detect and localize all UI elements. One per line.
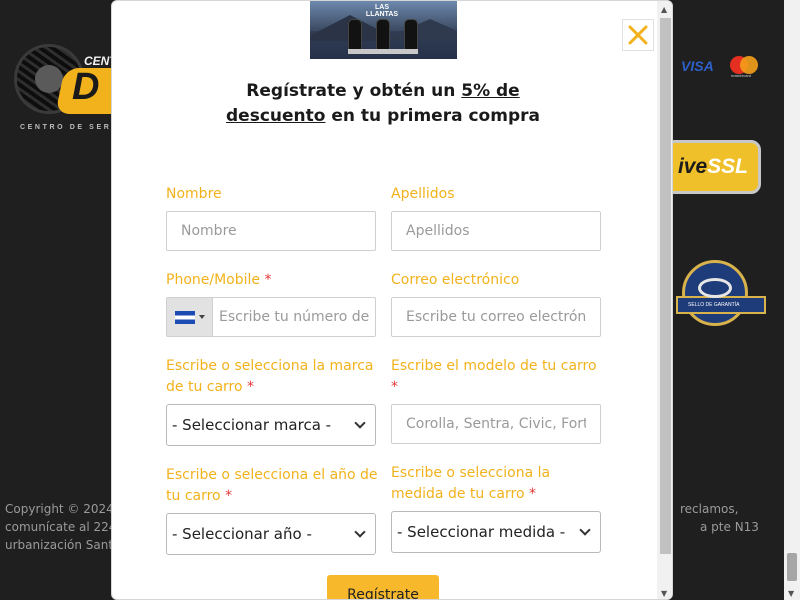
- chevron-down-icon: [579, 524, 591, 536]
- anio-selected-value: - Seleccionar año -: [172, 525, 312, 543]
- marca-label: Escribe o selecciona la marca de tu carr…: [166, 356, 381, 398]
- nombre-input[interactable]: [166, 211, 376, 251]
- title-part2: en tu primera compra: [325, 106, 540, 126]
- modal-title: Regístrate y obtén un 5% de descuento en…: [212, 79, 554, 129]
- required-asterisk: *: [225, 488, 233, 504]
- visa-logo: VISA: [681, 58, 714, 74]
- modal-scrollbar-thumb[interactable]: [660, 18, 671, 554]
- email-input[interactable]: [391, 297, 601, 337]
- caret-down-icon: [198, 315, 205, 319]
- chevron-down-icon: [354, 417, 366, 429]
- eye-icon: [698, 278, 732, 298]
- banner-text: LAS LLANTAS: [365, 4, 399, 18]
- correo-label: Correo electrónico: [391, 272, 520, 288]
- scroll-down-icon[interactable]: ▼: [661, 589, 667, 598]
- required-asterisk: *: [264, 272, 272, 288]
- nombre-label: Nombre: [166, 186, 222, 202]
- required-asterisk: *: [247, 379, 255, 395]
- guarantee-seal: SELLO DE GARANTÍA: [676, 256, 766, 346]
- apellidos-input[interactable]: [391, 211, 601, 251]
- modelo-input[interactable]: [391, 404, 601, 444]
- copyright-line: Copyright © 2024: [5, 502, 114, 516]
- marca-selected-value: - Seleccionar marca -: [172, 416, 332, 434]
- seal-text: SELLO DE GARANTÍA: [688, 302, 740, 308]
- phone-label-text: Phone/Mobile: [166, 272, 261, 288]
- modelo-label: Escribe el modelo de tu carro *: [391, 356, 606, 398]
- chevron-down-icon: [354, 526, 366, 538]
- scroll-up-icon[interactable]: ▲: [661, 5, 667, 14]
- footer-copyright: Copyright © 2024 comunícate al 224 urban…: [5, 500, 117, 554]
- anio-label: Escribe o selecciona el año de tu carro …: [166, 465, 381, 507]
- footer-right-text: reclamos, a pte N13: [680, 500, 759, 536]
- close-button[interactable]: [622, 19, 654, 51]
- phone-input[interactable]: [213, 298, 375, 336]
- marca-select[interactable]: - Seleccionar marca -: [166, 404, 376, 446]
- el-salvador-flag-icon: [174, 310, 195, 324]
- marca-label-text: Escribe o selecciona la marca de tu carr…: [166, 358, 374, 395]
- scroll-down-icon[interactable]: ▼: [788, 589, 794, 598]
- signup-modal: LAS LLANTAS Regístrate y obtén un 5% de …: [111, 0, 673, 600]
- modal-scrollbar[interactable]: ▲ ▼: [657, 1, 672, 599]
- ssl-badge-pre: ive: [677, 155, 708, 178]
- register-button[interactable]: Regístrate: [327, 575, 439, 599]
- page-scrollbar-thumb[interactable]: [787, 553, 797, 581]
- ssl-badge: ive SSL: [665, 140, 761, 194]
- required-asterisk: *: [528, 486, 536, 502]
- page-scrollbar[interactable]: ▼: [784, 0, 800, 600]
- medida-selected-value: - Seleccionar medida -: [397, 523, 566, 541]
- footer-right-line: a pte N13: [700, 520, 759, 534]
- medida-select[interactable]: - Seleccionar medida -: [391, 511, 601, 553]
- copyright-line: comunícate al 224: [5, 520, 117, 534]
- anio-label-text: Escribe o selecciona el año de tu carro: [166, 467, 378, 504]
- copyright-line: urbanización Sant: [5, 538, 114, 552]
- promo-banner[interactable]: LAS LLANTAS: [310, 1, 457, 59]
- apellidos-label: Apellidos: [391, 186, 455, 202]
- close-icon: [628, 25, 648, 45]
- ssl-badge-bold: SSL: [707, 155, 748, 178]
- medida-label: Escribe o selecciona la medida de tu car…: [391, 463, 571, 505]
- logo-letter: D: [72, 66, 100, 108]
- anio-select[interactable]: - Seleccionar año -: [166, 513, 376, 555]
- title-part1: Regístrate y obtén un: [246, 81, 462, 101]
- phone-field: [166, 297, 376, 337]
- medida-label-text: Escribe o selecciona la medida de tu car…: [391, 465, 551, 502]
- mastercard-logo: mastercard: [730, 56, 758, 78]
- mastercard-label: mastercard: [731, 73, 752, 78]
- phone-label: Phone/Mobile *: [166, 270, 271, 291]
- country-code-dropdown[interactable]: [167, 298, 213, 336]
- site-logo[interactable]: CENT D: [14, 44, 135, 122]
- modelo-label-text: Escribe el modelo de tu carro: [391, 358, 597, 374]
- footer-right-line: reclamos,: [680, 502, 739, 516]
- required-asterisk: *: [391, 379, 398, 395]
